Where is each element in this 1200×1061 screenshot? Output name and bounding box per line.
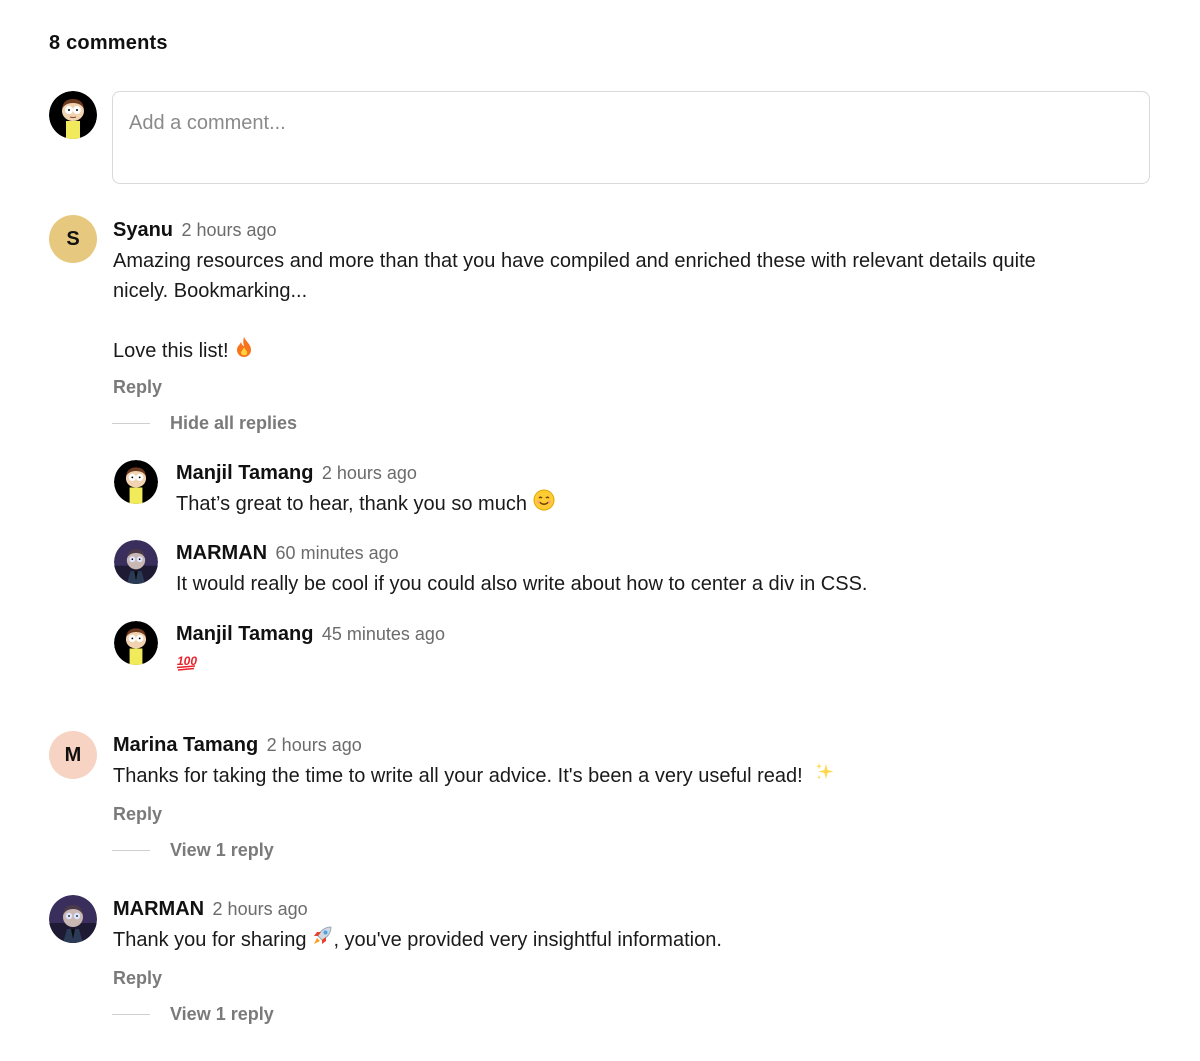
view-replies-button[interactable]: View 1 reply: [112, 1004, 274, 1025]
comment-header: Syanu 2 hours ago: [113, 219, 277, 242]
comment-time: 2 hours ago: [266, 735, 362, 755]
morty-avatar: [114, 621, 158, 665]
thread-divider: [112, 423, 150, 424]
evil-morty-avatar: [49, 895, 97, 943]
fire-icon: [234, 336, 254, 367]
comment-body: Thanks for taking the time to write all …: [113, 761, 836, 792]
reply-body: It would really be cool if you could als…: [176, 573, 868, 595]
sparkles-icon: [814, 761, 836, 792]
comments-count: 8 comments: [49, 32, 168, 54]
comment-header: Marina Tamang 2 hours ago: [113, 734, 362, 757]
reply-time: 45 minutes ago: [321, 624, 445, 644]
reply-button[interactable]: Reply: [113, 377, 162, 398]
thread-divider: [112, 1014, 150, 1015]
avatar: S: [49, 215, 97, 263]
reply-header: MARMAN 60 minutes ago: [176, 542, 399, 565]
comment-body-line: Love this list!: [113, 336, 254, 367]
thread-toggle-label: View 1 reply: [170, 840, 274, 860]
reply-header: Manjil Tamang 2 hours ago: [176, 462, 417, 485]
thread-divider: [112, 850, 150, 851]
comment-body-line: Amazing resources and more than that you…: [113, 250, 1036, 272]
comment-body: Thank you for sharing , you've provided v…: [113, 925, 722, 956]
reply-author[interactable]: Manjil Tamang: [176, 623, 313, 645]
hide-replies-button[interactable]: Hide all replies: [112, 413, 297, 434]
comment-author[interactable]: MARMAN: [113, 898, 204, 920]
comment-body-text: , you've provided very insightful inform…: [333, 929, 722, 951]
thread-toggle-label: Hide all replies: [170, 413, 298, 433]
comment-body-text: Thank you for sharing: [113, 929, 307, 951]
comment-body-line: nicely. Bookmarking...: [113, 280, 308, 302]
smile-icon: [533, 489, 555, 520]
morty-avatar: [114, 460, 158, 504]
comment-author[interactable]: Syanu: [113, 219, 173, 241]
reply-button[interactable]: Reply: [113, 804, 162, 825]
reply-time: 60 minutes ago: [275, 543, 399, 563]
comment-time: 2 hours ago: [181, 220, 277, 240]
view-replies-button[interactable]: View 1 reply: [112, 840, 274, 861]
hundred-icon: 100: [176, 651, 198, 681]
current-user-avatar: [49, 91, 97, 139]
reply-time: 2 hours ago: [321, 463, 417, 483]
rocket-icon: [311, 925, 333, 956]
reply-header: Manjil Tamang 45 minutes ago: [176, 623, 445, 646]
reply-body: 100: [176, 650, 198, 681]
reply-body: That’s great to hear, thank you so much: [176, 489, 555, 520]
comment-author[interactable]: Marina Tamang: [113, 734, 258, 756]
avatar-letter: M: [64, 743, 82, 766]
evil-morty-avatar: [114, 540, 158, 584]
reply-author[interactable]: Manjil Tamang: [176, 462, 313, 484]
reply-body-text: That’s great to hear, thank you so much: [176, 493, 527, 515]
comment-time: 2 hours ago: [212, 899, 308, 919]
comment-body-text: Love this list!: [113, 340, 229, 362]
comment-body-text: Thanks for taking the time to write all …: [113, 765, 803, 787]
comment-input[interactable]: [112, 91, 1150, 184]
comment-header: MARMAN 2 hours ago: [113, 898, 308, 921]
reply-author[interactable]: MARMAN: [176, 542, 267, 564]
thread-toggle-label: View 1 reply: [170, 1004, 274, 1024]
reply-button[interactable]: Reply: [113, 968, 162, 989]
avatar: M: [49, 731, 97, 779]
avatar-letter: S: [66, 227, 80, 250]
